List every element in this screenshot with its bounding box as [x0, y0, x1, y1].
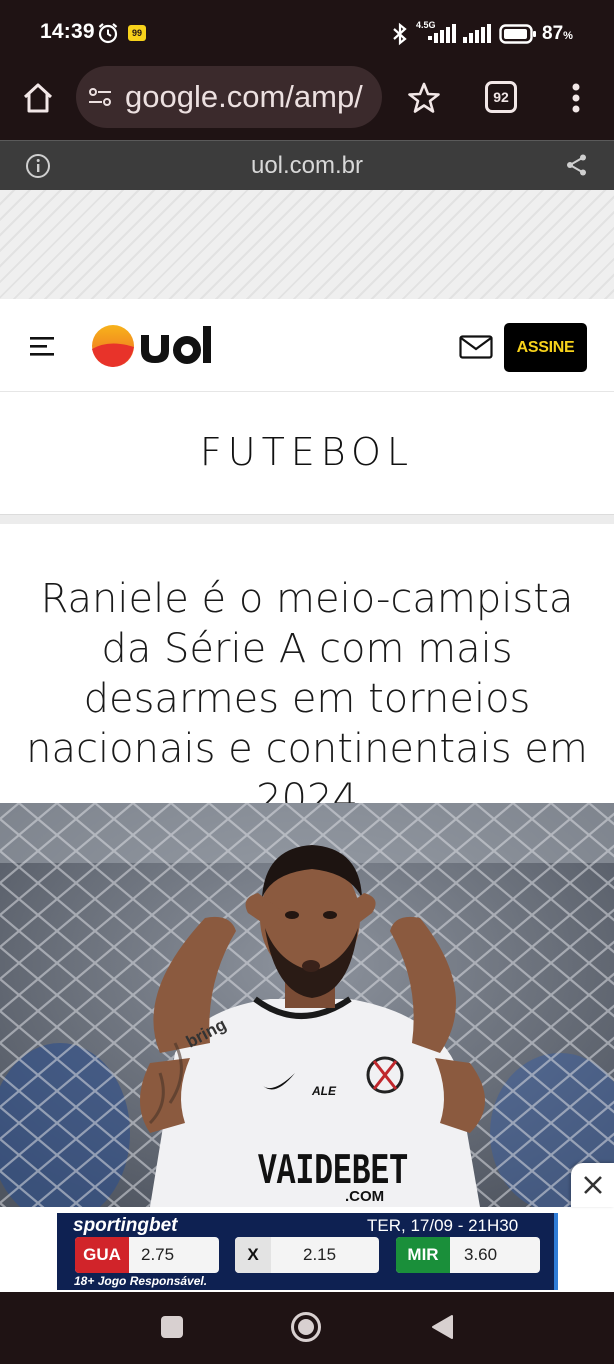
source-domain: uol.com.br: [250, 152, 364, 179]
subscribe-button[interactable]: ASSINE: [504, 323, 587, 372]
status-time: 14:39: [40, 20, 95, 43]
player-photo-illustration: bring ALE VAIDEBET .COM: [0, 803, 614, 1207]
article-photo[interactable]: bring ALE VAIDEBET .COM: [0, 803, 614, 1207]
odd-draw-value: 2.15: [303, 1245, 337, 1264]
odd-away-value: 3.60: [464, 1245, 498, 1264]
bet-brand-logo: sportingbet: [73, 1215, 178, 1236]
back-triangle-icon[interactable]: [430, 1314, 454, 1340]
signal-strength-icon-2: [463, 24, 491, 43]
odd-away-team: MIR: [396, 1237, 450, 1273]
betting-ad-banner[interactable]: sportingbet TER, 17/09 - 21H30 GUA 2.75 …: [57, 1213, 558, 1290]
url-text[interactable]: google.com/amp/: [125, 79, 363, 115]
odd-away[interactable]: MIR 3.60: [396, 1237, 540, 1273]
section-title[interactable]: FUTEBOL: [0, 430, 614, 474]
bookmark-star-icon[interactable]: [407, 81, 441, 115]
status-bar: 14:39 99 4.5G 87%: [0, 0, 614, 64]
home-icon[interactable]: [20, 80, 56, 116]
odd-home-value: 2.75: [141, 1245, 175, 1264]
mail-icon[interactable]: [459, 335, 493, 359]
odd-home[interactable]: GUA 2.75: [75, 1237, 219, 1273]
alarm-clock-icon: [98, 23, 118, 44]
browser-toolbar: google.com/amp/ 92: [0, 64, 614, 140]
home-circle-icon[interactable]: [290, 1311, 322, 1343]
tab-switcher-button[interactable]: 92: [485, 81, 517, 113]
odd-home-team: GUA: [75, 1237, 129, 1273]
share-icon[interactable]: [565, 153, 589, 177]
odd-draw-label: X: [235, 1237, 271, 1273]
amp-info-bar: uol.com.br: [0, 140, 614, 190]
shirt-sponsor-sub: .COM: [345, 1188, 384, 1205]
odd-draw[interactable]: X 2.15: [235, 1237, 379, 1273]
responsible-gaming-text: 18+ Jogo Responsável.: [74, 1274, 208, 1288]
site-header: ASSINE: [0, 299, 614, 392]
battery-icon: [499, 24, 536, 44]
signal-strength-icon: [428, 24, 456, 43]
bluetooth-icon: [393, 22, 407, 46]
article-headline: Raniele é o meio-campista da Série A com…: [26, 576, 588, 822]
shirt-sponsor: VAIDEBET: [258, 1147, 408, 1197]
section-divider: [0, 514, 614, 524]
close-icon[interactable]: [583, 1175, 603, 1195]
app-99-icon: 99: [128, 25, 146, 41]
battery-level: 87%: [542, 23, 573, 44]
system-navigation-bar: [0, 1292, 614, 1364]
chest-sponsor-ale: ALE: [311, 1084, 337, 1098]
recents-button[interactable]: [161, 1316, 183, 1338]
site-settings-icon[interactable]: [88, 86, 112, 108]
address-bar[interactable]: google.com/amp/: [76, 66, 382, 128]
match-datetime: TER, 17/09 - 21H30: [367, 1216, 519, 1235]
uol-logo[interactable]: [91, 323, 221, 369]
ad-placeholder: [0, 190, 614, 299]
more-options-icon[interactable]: [566, 80, 586, 116]
close-ad-button[interactable]: [571, 1163, 614, 1207]
menu-hamburger-icon[interactable]: [30, 336, 56, 356]
